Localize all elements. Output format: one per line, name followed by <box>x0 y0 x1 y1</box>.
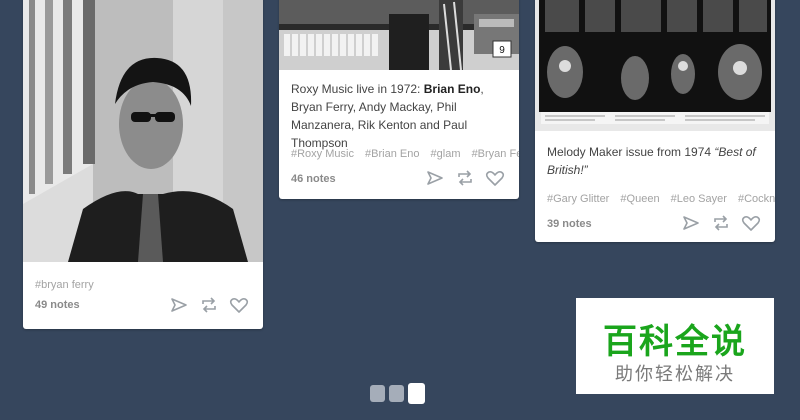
watermark-badge: 百科全说 助你轻松解决 <box>576 298 774 394</box>
send-icon[interactable] <box>169 297 189 313</box>
notes-count[interactable]: 39 notes <box>547 218 592 230</box>
post-tags: #Gary Glitter #Queen #Leo Sayer #Cockney… <box>547 193 775 205</box>
tag-link[interactable]: #Cockney Rebel <box>738 193 775 205</box>
tag-link[interactable]: #Brian Eno <box>365 148 419 160</box>
pagination-dots <box>370 383 425 404</box>
caption-bold-name: Brian Eno <box>423 82 481 96</box>
page-dot-2[interactable] <box>389 385 404 402</box>
post-photo-portrait[interactable] <box>23 0 263 262</box>
post-actions <box>169 297 249 313</box>
caption-text: Melody Maker issue from 1974 <box>547 145 715 159</box>
tag-link[interactable]: #Roxy Music <box>291 148 354 160</box>
watermark-subtitle: 助你轻松解决 <box>615 364 735 384</box>
post-card-bryan-ferry: #bryan ferry 49 notes <box>23 0 263 329</box>
photo-badge-number: 9 <box>499 45 505 56</box>
tag-link[interactable]: #Bryan Ferry <box>472 148 519 160</box>
page-dot-3-active[interactable] <box>408 383 425 404</box>
post-caption: Melody Maker issue from 1974 “Best of Br… <box>547 143 767 179</box>
post-photo-magazine[interactable] <box>535 0 775 131</box>
send-icon[interactable] <box>425 170 445 186</box>
heart-icon[interactable] <box>485 170 505 186</box>
page-dot-1[interactable] <box>370 385 385 402</box>
post-card-roxy-music: 9 Roxy Music live in 1972: Brian Eno, Br… <box>279 0 519 199</box>
reblog-icon[interactable] <box>711 215 731 231</box>
post-caption: Roxy Music live in 1972: Brian Eno, Brya… <box>291 80 511 152</box>
post-photo-band[interactable]: 9 <box>279 0 519 70</box>
tag-link[interactable]: #Leo Sayer <box>671 193 727 205</box>
post-tags: #Roxy Music #Brian Eno #glam #Bryan Ferr… <box>291 148 519 160</box>
tag-link[interactable]: #Gary Glitter <box>547 193 609 205</box>
notes-count[interactable]: 46 notes <box>291 173 336 185</box>
heart-icon[interactable] <box>229 297 249 313</box>
reblog-icon[interactable] <box>455 170 475 186</box>
tag-link[interactable]: #glam <box>431 148 461 160</box>
tag-link[interactable]: #bryan ferry <box>35 279 94 291</box>
post-actions <box>681 215 761 231</box>
caption-text: Roxy Music live in 1972: <box>291 82 424 96</box>
post-actions <box>425 170 505 186</box>
notes-count[interactable]: 49 notes <box>35 299 80 311</box>
reblog-icon[interactable] <box>199 297 219 313</box>
send-icon[interactable] <box>681 215 701 231</box>
post-card-melody-maker: Melody Maker issue from 1974 “Best of Br… <box>535 0 775 242</box>
heart-icon[interactable] <box>741 215 761 231</box>
post-tags: #bryan ferry <box>35 279 263 291</box>
watermark-title: 百科全说 <box>603 323 747 361</box>
tag-link[interactable]: #Queen <box>620 193 659 205</box>
